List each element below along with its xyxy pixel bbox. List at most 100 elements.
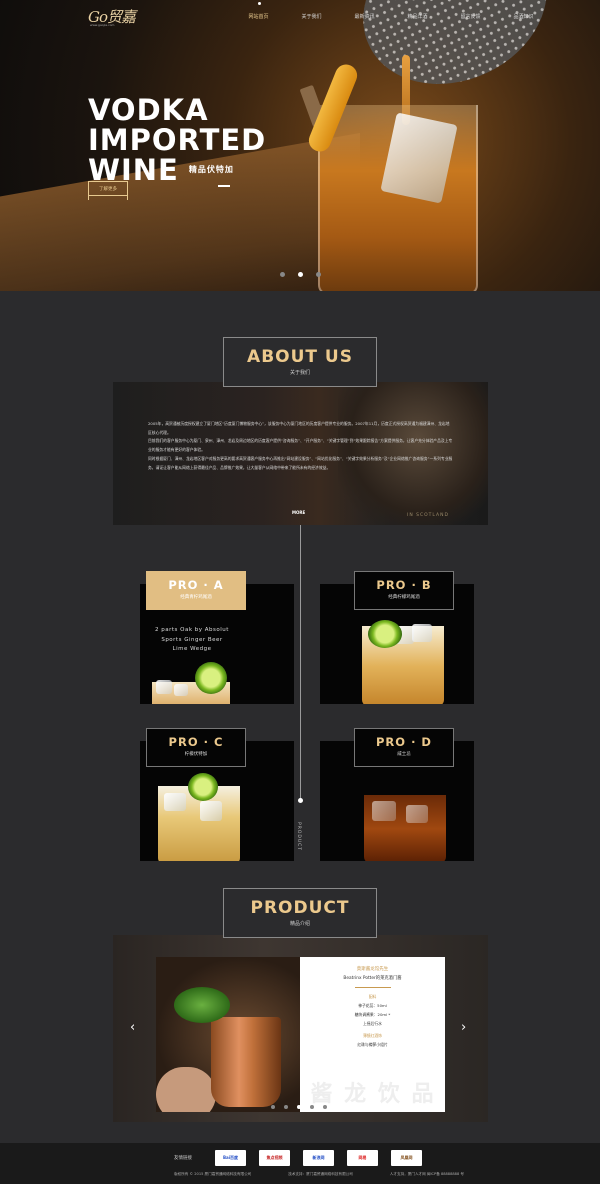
ingredient-line: 神子花蕊：50ml <box>358 1003 387 1008</box>
slider-prev-arrow-icon[interactable]: ‹ <box>130 1020 135 1035</box>
about-paragraph-3: 同时根据厦门、漳州、龙岩地区客户对服务更高的要求高贸通客户服务中心再推出“网站建… <box>148 455 453 470</box>
pro-title: PRO · A <box>168 578 224 592</box>
pro-b-label[interactable]: PRO · B 经典柠檬鸡尾酒 <box>354 571 454 610</box>
slider-dots <box>271 1105 327 1109</box>
pro-a-desc-line: Sports Ginger Beer <box>161 636 223 643</box>
timeline-dot-icon <box>298 798 303 803</box>
product-slide-image <box>156 957 300 1112</box>
partner-link-baidu[interactable]: Bai百度 <box>215 1150 246 1166</box>
mint-image <box>174 987 230 1023</box>
hero-line-imported: IMPORTED <box>88 123 267 157</box>
product-subtitle: 精品介绍 <box>289 921 310 927</box>
about-paragraph-2: 目前我们的客户服务中心为厦门、泉州、漳州、龙岩及周边地区的历度客户提供“咨询服务… <box>148 438 453 453</box>
ingredient-line: 糖块调酱果：20ml * <box>354 1012 391 1017</box>
card-divider <box>354 987 391 988</box>
pro-title: PRO · B <box>376 578 432 592</box>
slide-dot-2[interactable] <box>298 272 303 277</box>
partner-links: Bai百度 焦点视频 新浪网 网易 凤凰网 <box>215 1150 422 1166</box>
menu-item-news[interactable]: 最新资讯 <box>338 0 391 32</box>
slider-dot-2[interactable] <box>284 1105 288 1109</box>
copyright-bar: 版权所有 © 2015 厦门嘉贸通网络科技有限公司 技术支持：厦门嘉贸通网络科技… <box>174 1172 464 1177</box>
slider-dot-1[interactable] <box>271 1105 275 1109</box>
menu-item-knowledge[interactable]: 品酒知识 <box>497 0 550 32</box>
about-title: ABOUT US <box>247 347 353 367</box>
active-indicator-icon <box>257 2 261 5</box>
product-info-card: 莫斯酱龙馆先生 Beatrinx Potter的莱克酒门酱 配料 神子花蕊：50… <box>300 957 445 1112</box>
timeline-line <box>300 525 301 800</box>
pro-d-label[interactable]: PRO · D 威士忌 <box>354 728 454 767</box>
ice-image <box>174 684 188 696</box>
about-panel: IN SCOTLAND 2005年，高贸通被历度授权建立了厦门地区“历度厦门博物… <box>113 382 488 525</box>
ice-image <box>412 624 432 642</box>
ice-image <box>164 793 186 811</box>
pro-subtitle: 经典青柠鸡尾酒 <box>180 595 212 600</box>
learn-more-button[interactable]: 了解更多 <box>88 181 128 196</box>
slide-dot-3[interactable] <box>316 272 321 277</box>
ice-image <box>372 801 396 821</box>
pro-a-label[interactable]: PRO · A 经典青柠鸡尾酒 <box>146 571 246 610</box>
timeline-label: PRODUCT <box>296 822 301 852</box>
slider-next-arrow-icon[interactable]: › <box>461 1020 466 1035</box>
hero-banner: VODKA IMPORTED WINE 精品伏特加 了解更多 <box>0 0 600 291</box>
card-watermark: 酱 龙 饮 品 <box>310 1082 436 1106</box>
copper-cup-image <box>211 1017 281 1107</box>
icp-text: 人才支持，厦门人才网 闽ICP备 88888888 号 <box>389 1172 464 1176</box>
slider-dot-3[interactable] <box>297 1105 301 1109</box>
hero-line-vodka: VODKA <box>88 93 209 127</box>
product-subtitle: Beatrinx Potter的莱克酒门酱 <box>343 976 402 981</box>
menu-label: 关于我们 <box>301 13 322 20</box>
partner-link-sina[interactable]: 新浪网 <box>303 1150 334 1166</box>
slider-dot-5[interactable] <box>323 1105 327 1109</box>
about-paragraph-1: 2005年，高贸通被历度授权建立了厦门地区“历度厦门博物服务中心”，该服务中心为… <box>148 421 450 435</box>
main-menu: 网站首页 关于我们 最新资讯 精品洋酒 留言反馈 品酒知识 <box>232 0 550 32</box>
partner-link-163[interactable]: 网易 <box>347 1150 378 1166</box>
garnish-heading: 薄镜红酒饰 <box>363 1033 382 1038</box>
about-text: 2005年，高贸通被历度授权建立了厦门地区“历度厦门博物服务中心”，该服务中心为… <box>148 420 453 472</box>
pro-a-desc-line: 2 parts Oak by Absolut <box>155 627 229 633</box>
ice-image <box>156 680 172 694</box>
top-navigation: Go贸嘉 www.gaojia.com 网站首页 关于我们 最新资讯 精品洋酒 … <box>0 0 600 32</box>
menu-label: 网站首页 <box>248 13 269 20</box>
partner-link-focus[interactable]: 焦点视频 <box>259 1150 290 1166</box>
pro-title: PRO · C <box>168 735 224 749</box>
pro-subtitle: 经典柠檬鸡尾酒 <box>388 595 420 600</box>
hero-headline: VODKA IMPORTED WINE 精品伏特加 <box>88 95 266 185</box>
partner-link-ifeng[interactable]: 凤凰网 <box>391 1150 422 1166</box>
product-title: PRODUCT <box>250 898 350 918</box>
hero-slide-dots <box>280 272 321 277</box>
menu-label: 最新资讯 <box>354 13 375 20</box>
menu-label: 留言反馈 <box>460 13 481 20</box>
menu-item-home[interactable]: 网站首页 <box>232 0 285 32</box>
bottle-label: IN SCOTLAND <box>407 513 449 518</box>
menu-item-feedback[interactable]: 留言反馈 <box>444 0 497 32</box>
pro-title: PRO · D <box>376 735 432 749</box>
lime-image <box>188 773 218 801</box>
lime-image <box>195 662 227 694</box>
pro-a-desc-line: Lime Wedge <box>172 646 212 652</box>
menu-label: 品酒知识 <box>513 13 534 20</box>
copyright-text: 版权所有 © 2015 厦门嘉贸通网络科技有限公司 <box>174 1172 252 1176</box>
tech-support-text: 技术支持：厦门嘉贸通网络科技有限公司 <box>288 1172 353 1176</box>
site-logo-subtext: www.gaojia.com <box>90 23 115 27</box>
slide-dot-1[interactable] <box>280 272 285 277</box>
learn-more-button-base <box>88 196 128 200</box>
more-link[interactable]: MORE <box>292 510 305 515</box>
ice-image <box>406 805 428 823</box>
lemon-image <box>368 620 402 648</box>
pro-subtitle: 威士忌 <box>397 752 411 757</box>
ice-image <box>200 801 222 821</box>
ingredients-heading: 配料 <box>368 994 377 999</box>
page: VODKA IMPORTED WINE 精品伏特加 了解更多 Go贸嘉 www.… <box>0 0 600 1184</box>
product-title-box: PRODUCT 精品介绍 <box>223 888 377 938</box>
pro-c-label[interactable]: PRO · C 柠檬伏特加 <box>146 728 246 767</box>
garnish-line: 红珠与樽萝小组片 <box>357 1042 388 1047</box>
menu-item-wine[interactable]: 精品洋酒 <box>391 0 444 32</box>
friend-links-label: 友情链接 <box>174 1156 192 1161</box>
menu-item-about[interactable]: 关于我们 <box>285 0 338 32</box>
slider-dot-4[interactable] <box>310 1105 314 1109</box>
pro-subtitle: 柠檬伏特加 <box>184 752 208 757</box>
pro-a-description: 2 parts Oak by Absolut Sports Ginger Bee… <box>146 626 238 655</box>
menu-label: 精品洋酒 <box>407 13 428 20</box>
hand-image <box>156 1067 216 1112</box>
about-title-box: ABOUT US 关于我们 <box>223 337 377 387</box>
